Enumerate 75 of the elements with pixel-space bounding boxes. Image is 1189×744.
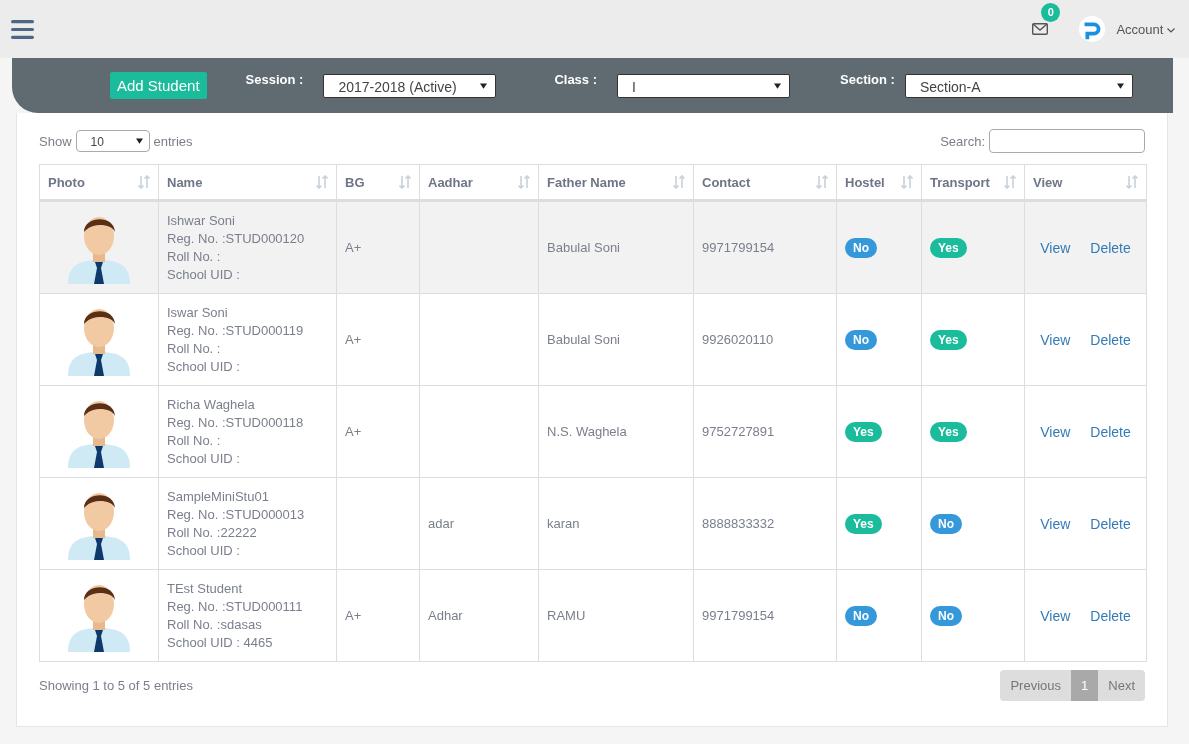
student-details: Richa Waghela Reg. No. :STUD000118 Roll No. : School UID :	[167, 395, 305, 468]
next-button[interactable]: Next	[1098, 670, 1145, 701]
table-cell: Adhar	[428, 608, 463, 623]
mail-icon[interactable]	[1032, 23, 1049, 35]
table-cell: Babulal Soni	[547, 332, 620, 347]
dropdown-arrow-icon	[1116, 82, 1124, 89]
view-link[interactable]: View	[1040, 607, 1071, 624]
search-label: Search:	[940, 133, 985, 149]
table-cell: A+	[345, 608, 362, 623]
sort-icon	[518, 175, 530, 189]
view-link[interactable]: View	[1040, 239, 1071, 256]
dropdown-arrow-icon	[135, 138, 143, 144]
table-cell: 9752727891	[702, 424, 775, 439]
add-student-button[interactable]: Add Student	[110, 72, 207, 99]
sort-icon	[673, 175, 685, 189]
view-link[interactable]: View	[1040, 515, 1071, 532]
table-cell: adar	[428, 516, 455, 531]
student-details: Ishwar Soni Reg. No. :STUD000120 Roll No. : School UID :	[167, 211, 306, 284]
section-label: Section :	[840, 72, 895, 87]
sort-icon	[816, 175, 828, 189]
view-link[interactable]: View	[1040, 423, 1071, 440]
table-cell: N.S. Waghela	[547, 424, 627, 439]
sort-icon	[1126, 175, 1138, 189]
table-cell: A+	[345, 424, 362, 439]
caret-icon	[1167, 27, 1175, 33]
entries-info: Showing 1 to 5 of 5 entries	[39, 678, 193, 693]
hostel-status: No	[845, 330, 877, 350]
table-cell: 9971799154	[702, 240, 775, 255]
session-label: Session :	[245, 72, 304, 87]
table-cell: 9926020110	[702, 332, 774, 347]
sort-icon	[901, 175, 913, 189]
sort-icon	[1004, 175, 1016, 189]
table-cell: A+	[345, 240, 362, 255]
transport-status: Yes	[930, 238, 967, 258]
logo-icon	[1078, 15, 1107, 43]
table-cell: 8888833332	[702, 516, 775, 531]
notification-badge: 0	[1041, 3, 1061, 22]
hostel-status: No	[845, 238, 877, 258]
delete-link[interactable]: Delete	[1090, 515, 1131, 532]
delete-link[interactable]: Delete	[1090, 239, 1131, 256]
delete-link[interactable]: Delete	[1090, 607, 1131, 624]
transport-status: No	[930, 514, 962, 534]
session-select[interactable]: 2017-2018 (Active)	[323, 73, 497, 98]
class-label: Class :	[554, 72, 597, 87]
transport-status: Yes	[930, 422, 967, 442]
show-label: Show	[39, 133, 72, 149]
delete-link[interactable]: Delete	[1090, 331, 1131, 348]
menu-icon[interactable]	[11, 19, 34, 39]
search-field[interactable]	[989, 129, 1145, 153]
dropdown-arrow-icon	[774, 82, 781, 89]
page-length-select[interactable]: 10	[75, 130, 150, 152]
delete-link[interactable]: Delete	[1090, 423, 1131, 440]
hostel-status: Yes	[845, 514, 882, 534]
table-cell: Babulal Soni	[547, 240, 620, 255]
student-details: Iswar Soni Reg. No. :STUD000119 Roll No. : School UID :	[167, 303, 305, 376]
table-cell: A+	[345, 332, 362, 347]
transport-status: Yes	[930, 330, 967, 350]
sort-icon	[138, 175, 150, 189]
table-cell: RAMU	[547, 608, 586, 623]
table-cell: 9971799154	[702, 608, 775, 623]
section-select[interactable]: Section-A	[904, 73, 1133, 98]
hostel-status: No	[845, 606, 877, 626]
table-cell: karan	[547, 516, 580, 531]
transport-status: No	[930, 606, 962, 626]
sort-icon	[399, 175, 411, 189]
sort-icon	[316, 175, 328, 189]
entries-label: entries	[153, 133, 193, 149]
view-link[interactable]: View	[1040, 331, 1071, 348]
previous-button[interactable]: Previous	[1000, 670, 1072, 701]
hostel-status: Yes	[845, 422, 882, 442]
student-details: TEst Student Reg. No. :STUD000111 Roll No. :sdasas School UID : 4465	[167, 579, 304, 652]
account-menu[interactable]: Account	[1116, 21, 1175, 37]
dropdown-arrow-icon	[480, 82, 488, 89]
class-select[interactable]: I	[617, 73, 790, 98]
student-details: SampleMiniStu01 Reg. No. :STUD000013 Roll No. :22222 School UID :	[167, 487, 306, 560]
